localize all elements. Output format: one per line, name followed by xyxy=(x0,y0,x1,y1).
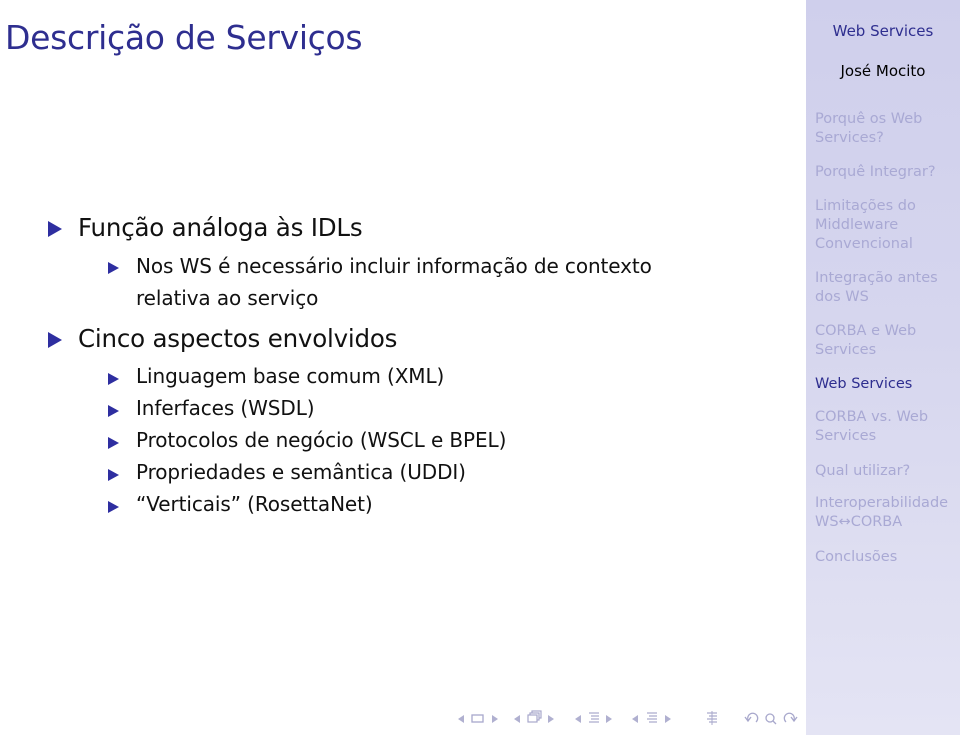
section-prev-icon[interactable] xyxy=(575,715,581,723)
list-item: Nos WS é necessário incluir informação d… xyxy=(136,254,652,278)
list-item: Protocolos de negócio (WSCL e BPEL) xyxy=(136,428,507,452)
list-item: “Verticais” (RosettaNet) xyxy=(136,492,373,516)
sidebar-item-interoperabilidade[interactable]: Interoperabilidade WS↔CORBA xyxy=(815,494,955,532)
navigation-controls xyxy=(744,712,798,725)
sidebar-author: José Mocito xyxy=(840,62,926,80)
list-item: Linguagem base comum (XML) xyxy=(136,364,445,388)
back-icon[interactable] xyxy=(744,712,759,723)
bullet-icon xyxy=(108,405,119,417)
list-item: Propriedades e semântica (UDDI) xyxy=(136,460,466,484)
bullet-icon xyxy=(108,437,119,449)
sidebar-title[interactable]: Web Services xyxy=(806,22,960,40)
sidebar-item-porque-integrar[interactable]: Porquê Integrar? xyxy=(815,163,955,182)
sidebar-item-qual-utilizar[interactable]: Qual utilizar? xyxy=(815,462,955,481)
bullet-icon xyxy=(108,373,119,385)
bullet-icon xyxy=(108,262,119,274)
appendix-icon[interactable] xyxy=(704,711,720,726)
section-icon[interactable] xyxy=(587,711,601,725)
slide-main: Descrição de Serviços Função análoga às … xyxy=(0,0,806,735)
bullet-icon xyxy=(48,221,62,237)
frame-prev-icon[interactable] xyxy=(458,715,464,723)
sidebar-item-corba-vs-ws[interactable]: CORBA vs. Web Services xyxy=(815,408,955,446)
bullet-icon xyxy=(108,501,119,513)
list-item: Cinco aspectos envolvidos xyxy=(78,324,398,353)
forward-icon[interactable] xyxy=(783,712,798,723)
sidebar-item-integracao[interactable]: Integração antes dos WS xyxy=(815,269,955,307)
sidebar-item-corba-e-ws[interactable]: CORBA e Web Services xyxy=(815,322,955,360)
sidebar-item-web-services[interactable]: Web Services xyxy=(815,375,955,394)
frame-title: Descrição de Serviços xyxy=(5,18,363,57)
list-item: Função análoga às IDLs xyxy=(78,213,363,242)
list-item-continuation: relativa ao serviço xyxy=(136,286,319,310)
doc-prev-icon[interactable] xyxy=(632,715,638,723)
frame-next-icon[interactable] xyxy=(492,715,498,723)
subsection-next-icon[interactable] xyxy=(548,715,554,723)
sidebar: Web Services José Mocito Porquê os Web S… xyxy=(806,0,960,735)
sidebar-item-conclusoes[interactable]: Conclusões xyxy=(815,548,955,567)
subsection-prev-icon[interactable] xyxy=(514,715,520,723)
doc-next-icon[interactable] xyxy=(665,715,671,723)
search-icon[interactable] xyxy=(765,713,777,725)
sidebar-item-porque-ws[interactable]: Porquê os Web Services? xyxy=(815,110,955,148)
sidebar-item-limitacoes[interactable]: Limitações do Middleware Convencional xyxy=(815,197,955,254)
section-next-icon[interactable] xyxy=(606,715,612,723)
doc-icon[interactable] xyxy=(645,711,659,725)
list-item: Inferfaces (WSDL) xyxy=(136,396,315,420)
bullet-icon xyxy=(48,332,62,348)
bullet-icon xyxy=(108,469,119,481)
frame-icon[interactable] xyxy=(471,713,485,724)
subsection-icon[interactable] xyxy=(526,710,544,726)
